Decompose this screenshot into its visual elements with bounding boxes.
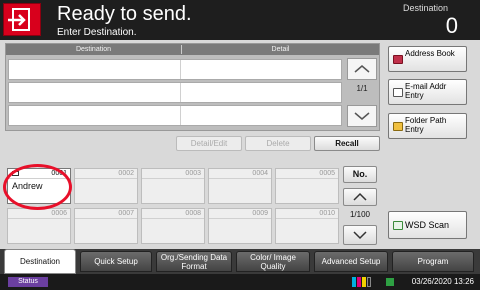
wsd-scan-button[interactable]: WSD Scan — [388, 211, 467, 239]
recall-button[interactable]: Recall — [314, 136, 380, 151]
email-entry-button[interactable]: E-mail Addr Entry — [388, 79, 467, 105]
one-touch-key-0003[interactable]: 0003 — [141, 168, 205, 204]
table-row[interactable] — [8, 82, 342, 103]
key-divider — [276, 218, 338, 219]
key-divider — [209, 218, 271, 219]
table-page-indicator: 1/1 — [356, 84, 368, 93]
destination-count: 0 — [445, 13, 458, 38]
key-number: 0003 — [185, 170, 201, 177]
function-tabs: Destination Quick Setup Org./Sending Dat… — [0, 249, 480, 274]
highlight-ring — [3, 164, 72, 210]
one-touch-key-0006[interactable]: 0006 — [7, 208, 71, 244]
status-button[interactable]: Status — [8, 277, 48, 287]
table-scroll-down-button[interactable] — [347, 105, 377, 127]
email-entry-label: E-mail Addr Entry — [405, 82, 447, 100]
address-book-icon — [393, 55, 403, 64]
key-divider — [75, 178, 137, 179]
one-touch-key-0008[interactable]: 0008 — [141, 208, 205, 244]
key-divider — [75, 218, 137, 219]
key-number: 0010 — [319, 210, 335, 217]
scan-icon — [393, 221, 403, 230]
key-number: 0007 — [118, 210, 134, 217]
network-status-icon — [386, 278, 394, 286]
page-subtitle: Enter Destination. — [57, 27, 137, 38]
chevron-up-icon — [353, 192, 367, 201]
table-scroll-up-button[interactable] — [347, 58, 377, 80]
status-bar: Status 03/26/2020 13:26 — [0, 274, 480, 290]
chevron-up-icon — [354, 65, 370, 73]
toner-level-icon — [352, 277, 374, 287]
keys-scroll-down-button[interactable] — [343, 225, 377, 245]
key-number: 0009 — [252, 210, 268, 217]
row-divider — [180, 60, 181, 79]
tab-destination[interactable]: Destination — [4, 249, 76, 274]
one-touch-key-0002[interactable]: 0002 — [74, 168, 138, 204]
destination-count-label: Destination — [402, 3, 448, 13]
header-bar: Ready to send. Enter Destination. Destin… — [0, 0, 480, 40]
key-number: 0002 — [118, 170, 134, 177]
folder-path-label: Folder Path Entry — [405, 116, 447, 134]
keys-page-indicator: 1/100 — [349, 210, 371, 219]
one-touch-key-0004[interactable]: 0004 — [208, 168, 272, 204]
tab-advanced-setup[interactable]: Advanced Setup — [314, 251, 388, 272]
table-row[interactable] — [8, 59, 342, 80]
key-divider — [142, 218, 204, 219]
address-book-button[interactable]: Address Book — [388, 46, 467, 72]
address-book-label: Address Book — [405, 49, 455, 58]
folder-path-button[interactable]: Folder Path Entry — [388, 113, 467, 139]
key-divider — [8, 218, 70, 219]
column-destination: Destination — [75, 46, 112, 53]
destination-table: Destination Detail 1/1 — [5, 43, 380, 131]
email-icon — [393, 88, 403, 97]
one-touch-key-0009[interactable]: 0009 — [208, 208, 272, 244]
send-icon — [3, 3, 41, 36]
column-detail: Detail — [271, 46, 290, 53]
key-number: 0004 — [252, 170, 268, 177]
key-number: 0005 — [319, 170, 335, 177]
tab-quick-setup[interactable]: Quick Setup — [80, 251, 152, 272]
tab-sending-data-format[interactable]: Org./Sending Data Format — [156, 251, 232, 272]
number-search-button[interactable]: No. — [343, 166, 377, 183]
one-touch-key-0010[interactable]: 0010 — [275, 208, 339, 244]
one-touch-key-0007[interactable]: 0007 — [74, 208, 138, 244]
page-title: Ready to send. — [57, 3, 192, 25]
table-header: Destination Detail — [6, 44, 379, 55]
key-number: 0008 — [185, 210, 201, 217]
detail-edit-button[interactable]: Detail/Edit — [176, 136, 242, 151]
delete-button[interactable]: Delete — [245, 136, 311, 151]
one-touch-key-0005[interactable]: 0005 — [275, 168, 339, 204]
table-row[interactable] — [8, 105, 342, 126]
date-time: 03/26/2020 13:26 — [411, 277, 474, 286]
wsd-scan-label: WSD Scan — [405, 220, 450, 230]
key-divider — [142, 178, 204, 179]
row-divider — [180, 106, 181, 125]
chevron-down-icon — [354, 112, 370, 120]
keys-scroll-up-button[interactable] — [343, 188, 377, 206]
folder-icon — [393, 122, 403, 131]
tab-color-image-quality[interactable]: Color/ Image Quality — [236, 251, 310, 272]
key-divider — [209, 178, 271, 179]
tab-program[interactable]: Program — [392, 251, 474, 272]
key-divider — [276, 178, 338, 179]
chevron-down-icon — [353, 231, 367, 240]
key-number: 0006 — [51, 210, 67, 217]
row-divider — [180, 83, 181, 102]
